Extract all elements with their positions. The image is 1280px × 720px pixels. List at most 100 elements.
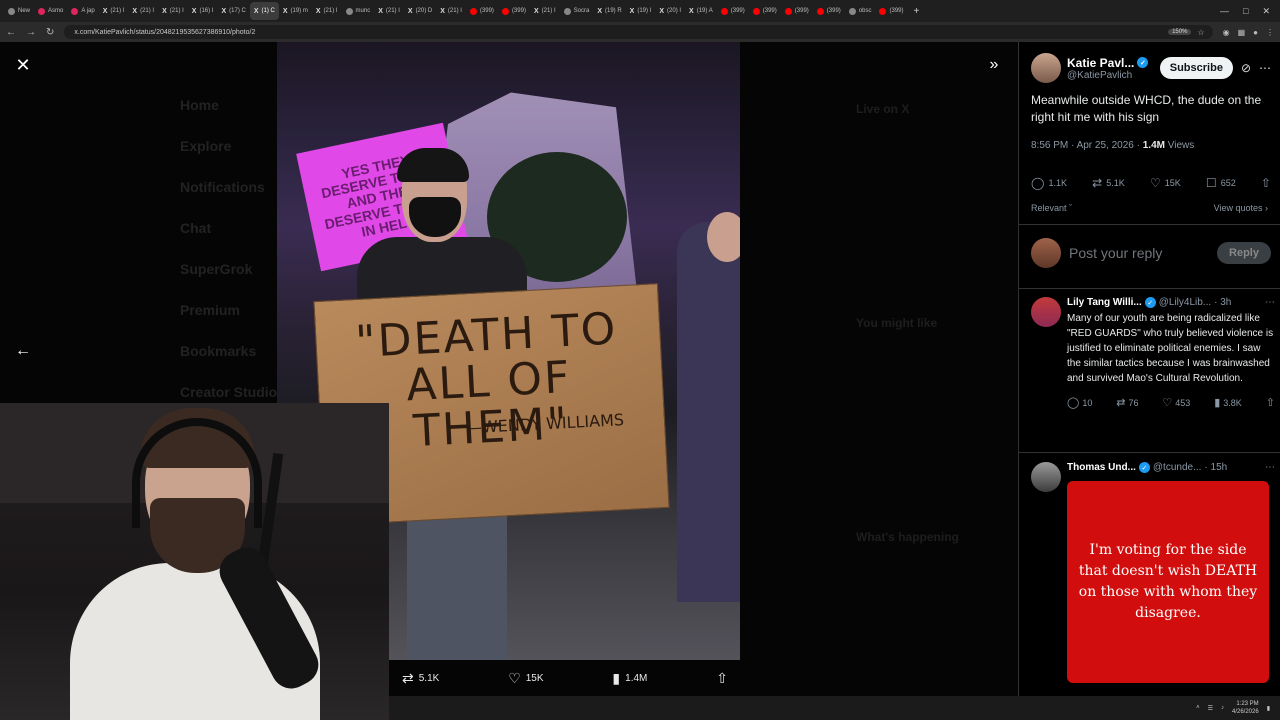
- post-body: Lily Tang Willi... ✓ @Lily4Lib... · 3h ⋯…: [1067, 297, 1275, 409]
- maximize-icon[interactable]: □: [1243, 6, 1248, 16]
- browser-tab[interactable]: X (16) I: [188, 2, 218, 20]
- author-handle[interactable]: @KatiePavlich: [1067, 70, 1148, 81]
- reply-post[interactable]: Lily Tang Willi... ✓ @Lily4Lib... · 3h ⋯…: [1031, 297, 1275, 409]
- avatar[interactable]: [1031, 297, 1061, 327]
- close-window-icon[interactable]: ✕: [1262, 6, 1270, 17]
- notification-icon[interactable]: ▮: [1267, 705, 1270, 712]
- media-share-button[interactable]: ⇧: [716, 670, 728, 687]
- share-button[interactable]: ⇧: [1266, 396, 1275, 409]
- browser-tab[interactable]: (399): [875, 2, 907, 20]
- browser-tab[interactable]: X (20) I: [655, 2, 685, 20]
- browser-tab[interactable]: X (21) I: [374, 2, 404, 20]
- new-tab-icon[interactable]: +: [908, 6, 926, 17]
- browser-tab[interactable]: X (21) I: [158, 2, 188, 20]
- browser-tab[interactable]: (399): [498, 2, 530, 20]
- browser-tab[interactable]: X (17) C: [217, 2, 249, 20]
- more-icon[interactable]: ⋯: [1265, 297, 1275, 308]
- reply-button[interactable]: ◯ 1.1K: [1031, 176, 1067, 190]
- like-button[interactable]: ♡ 453: [1162, 396, 1190, 409]
- browser-tab[interactable]: (399): [781, 2, 813, 20]
- verified-badge-icon: ✓: [1144, 297, 1156, 308]
- bookmark-star-icon[interactable]: ☆: [1197, 28, 1204, 37]
- browser-tab[interactable]: X (21) I: [312, 2, 342, 20]
- browser-tab[interactable]: X (21) I: [128, 2, 158, 20]
- browser-tab[interactable]: X (19) A: [685, 2, 717, 20]
- chevron-up-icon[interactable]: ˄: [1196, 705, 1200, 711]
- browser-tab[interactable]: (399): [466, 2, 498, 20]
- browser-tab[interactable]: munc: [342, 2, 375, 20]
- reply-button[interactable]: ◯ 10: [1067, 396, 1092, 409]
- reply-post[interactable]: Thomas Und... ✓ @tcunde... · 15h ⋯ I'm v…: [1031, 462, 1275, 683]
- browser-tab[interactable]: obsc: [845, 2, 876, 20]
- network-icon[interactable]: ☰: [1208, 705, 1213, 712]
- media-like-button[interactable]: ♡ 15K: [508, 670, 543, 687]
- browser-tab-label: (17) C: [229, 8, 246, 14]
- media-views-button[interactable]: ▮ 1.4M: [612, 670, 647, 687]
- browser-tab[interactable]: Asmo: [34, 2, 67, 20]
- chevron-right-icon: ›: [1265, 203, 1268, 213]
- ghost-nav-item: Chat: [180, 220, 212, 236]
- post-author-handle[interactable]: @Lily4Lib...: [1159, 297, 1211, 308]
- minimize-icon[interactable]: —: [1220, 6, 1229, 16]
- zoom-badge[interactable]: 150%: [1168, 29, 1192, 35]
- retweet-button[interactable]: ⇄ 5.1K: [1092, 176, 1125, 190]
- taskbar-clock[interactable]: 1:23 PM 4/26/2026: [1232, 700, 1259, 716]
- sort-replies-dropdown[interactable]: Relevant ˇ: [1031, 203, 1072, 213]
- views-button[interactable]: ▮ 3.8K: [1214, 396, 1242, 409]
- browser-tab[interactable]: (399): [749, 2, 781, 20]
- browser-tab[interactable]: X (21) I: [436, 2, 466, 20]
- tweet-action-bar: ◯ 1.1K ⇄ 5.1K ♡ 15K ☐ 652 ⇧: [1031, 176, 1271, 190]
- volume-icon[interactable]: ♪: [1221, 705, 1224, 711]
- browser-tab[interactable]: X (21) I: [530, 2, 560, 20]
- toggle-panel-button[interactable]: »: [983, 54, 1005, 76]
- browser-tab[interactable]: A jap: [67, 2, 98, 20]
- reload-icon[interactable]: ↻: [46, 27, 54, 38]
- reply-submit-button[interactable]: Reply: [1217, 242, 1271, 264]
- back-icon[interactable]: ←: [6, 27, 16, 38]
- avatar[interactable]: [1031, 462, 1061, 492]
- browser-tab-label: (21) I: [447, 8, 462, 14]
- youtube-icon: [752, 7, 760, 15]
- post-author-name[interactable]: Lily Tang Willi...: [1067, 297, 1142, 308]
- profile-icon[interactable]: ●: [1253, 28, 1258, 37]
- retweet-icon: ⇄: [1092, 176, 1103, 190]
- browser-tab[interactable]: New: [4, 2, 34, 20]
- ghost-heading: Live on X: [856, 102, 910, 116]
- youtube-icon: [469, 7, 477, 15]
- post-author-name[interactable]: Thomas Und...: [1067, 462, 1136, 473]
- puzzle-icon[interactable]: ▦: [1238, 28, 1246, 37]
- close-media-button[interactable]: ✕: [12, 54, 34, 76]
- forward-icon[interactable]: →: [26, 27, 36, 38]
- browser-tab[interactable]: (399): [813, 2, 845, 20]
- author-name[interactable]: Katie Pavl... ✓: [1067, 56, 1149, 70]
- media-retweet-button[interactable]: ⇄ 5.1K: [402, 670, 439, 687]
- browser-tab[interactable]: X (19) m: [279, 2, 312, 20]
- browser-tab[interactable]: (399): [717, 2, 749, 20]
- post-author-handle[interactable]: @tcunde...: [1153, 462, 1202, 473]
- previous-photo-button[interactable]: ←: [12, 340, 34, 362]
- browser-tab[interactable]: Socra: [560, 2, 594, 20]
- avatar[interactable]: [1031, 53, 1061, 83]
- browser-tab[interactable]: X (20) D: [404, 2, 436, 20]
- x-logo-icon: X: [629, 7, 635, 15]
- grok-icon[interactable]: ⊘: [1241, 61, 1251, 75]
- browser-tab[interactable]: X (1) C: [249, 2, 279, 20]
- menu-icon[interactable]: ⋮: [1266, 28, 1274, 37]
- share-button[interactable]: ⇧: [1261, 176, 1271, 190]
- browser-tab-label: (399): [479, 8, 494, 14]
- more-icon[interactable]: ⋯: [1259, 61, 1271, 75]
- browser-tab[interactable]: X (19) I: [626, 2, 656, 20]
- view-quotes-link[interactable]: View quotes ›: [1214, 203, 1268, 213]
- retweet-button[interactable]: ⇄ 76: [1116, 396, 1138, 409]
- browser-tab[interactable]: X (19) R: [593, 2, 625, 20]
- reply-input[interactable]: Post your reply: [1069, 245, 1162, 261]
- post-image-card[interactable]: I'm voting for the side that doesn't wis…: [1067, 481, 1269, 683]
- divider: [1019, 288, 1280, 289]
- bookmark-button[interactable]: ☐ 652: [1206, 176, 1236, 190]
- extension-icon[interactable]: ◉: [1223, 28, 1230, 37]
- browser-tab[interactable]: X (21) I: [99, 2, 129, 20]
- subscribe-button[interactable]: Subscribe: [1159, 57, 1233, 79]
- url-field[interactable]: x.com/KatiePavlich/status/20482195356273…: [64, 25, 1213, 39]
- more-icon[interactable]: ⋯: [1265, 462, 1275, 473]
- like-button[interactable]: ♡ 15K: [1150, 176, 1181, 190]
